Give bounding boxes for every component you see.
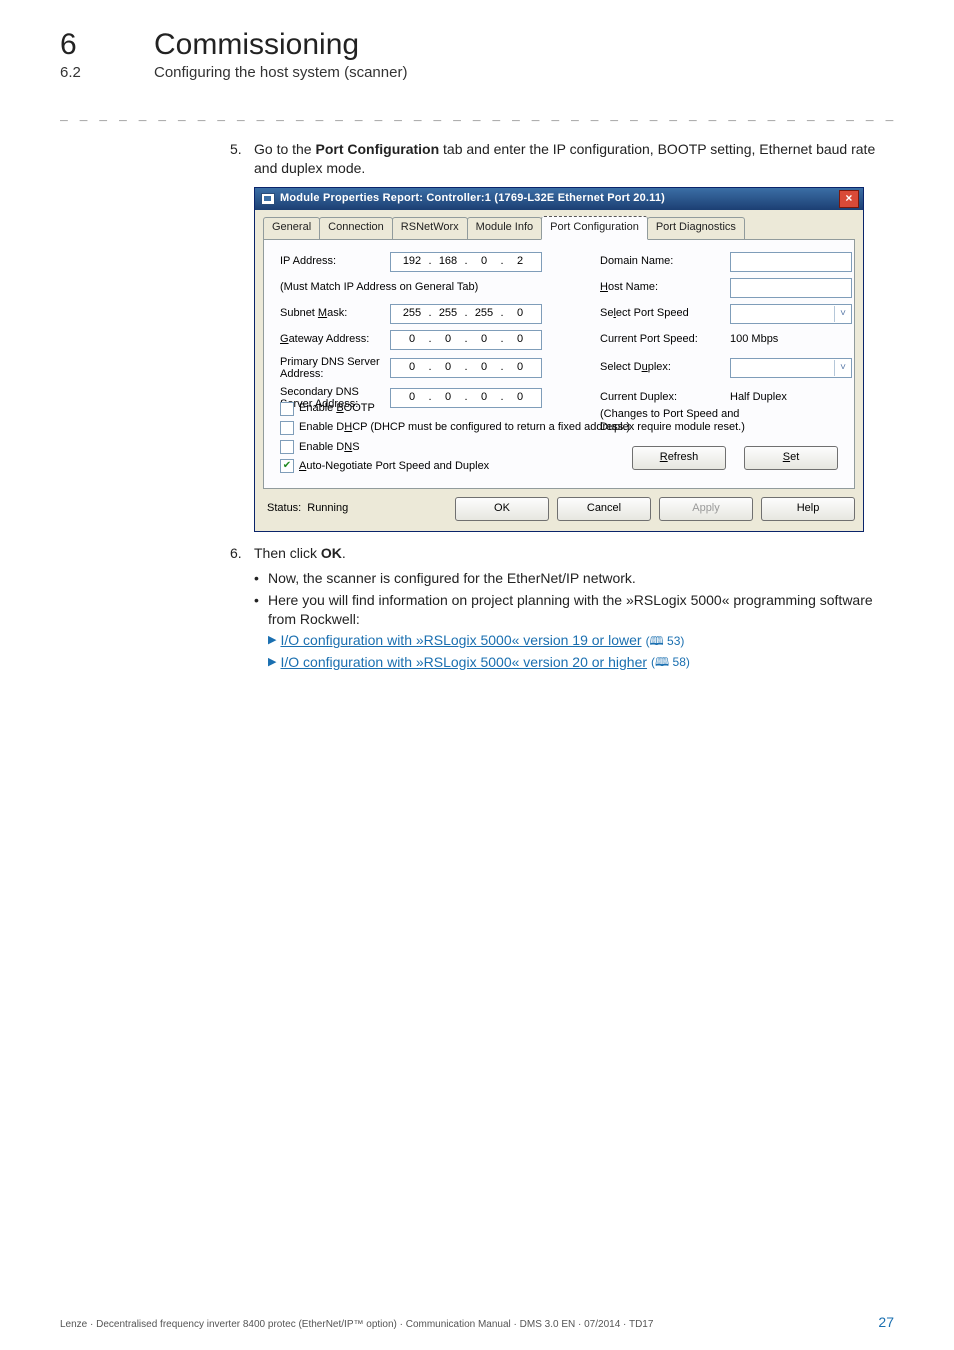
enable-dhcp-checkbox[interactable] (280, 421, 294, 435)
tab-general[interactable]: General (263, 217, 320, 238)
ip-address-label: IP Address: (280, 254, 390, 269)
bullet-text: Now, the scanner is configured for the E… (268, 569, 636, 588)
chapter-title: Commissioning (154, 28, 359, 62)
status-value: Running (307, 501, 348, 516)
chevron-down-icon: ˅ (834, 306, 851, 322)
tab-port-configuration[interactable]: Port Configuration (541, 216, 648, 239)
auto-negotiate-row: Auto-Negotiate Port Speed and Duplex (280, 459, 632, 474)
subnet-mask-label: Subnet Mask: (280, 306, 390, 321)
tab-port-diagnostics[interactable]: Port Diagnostics (647, 217, 745, 238)
enable-bootp-checkbox[interactable] (280, 402, 294, 416)
select-duplex-dropdown[interactable]: ˅ (730, 358, 852, 378)
auto-negotiate-label: Auto-Negotiate Port Speed and Duplex (299, 459, 489, 474)
dialog-title: Module Properties Report: Controller:1 (… (280, 191, 665, 206)
step-text: Then click OK. (254, 544, 346, 563)
step-6: 6. Then click OK. (230, 544, 894, 563)
help-button[interactable]: Help (761, 497, 855, 521)
page-ref-2: (🕮 58) (651, 654, 690, 671)
cancel-button[interactable]: Cancel (557, 497, 651, 521)
section-title: Configuring the host system (scanner) (154, 64, 407, 81)
ip-address-input[interactable]: 192. 168. 0. 2 (390, 252, 542, 272)
io-config-v19-link[interactable]: I/O configuration with »RSLogix 5000« ve… (280, 631, 641, 650)
chevron-down-icon: ˅ (834, 360, 851, 376)
enable-dns-checkbox[interactable] (280, 440, 294, 454)
module-properties-dialog: Module Properties Report: Controller:1 (… (254, 187, 864, 532)
gateway-address-label: Gateway Address: (280, 332, 390, 347)
enable-dhcp-label: Enable DHCP (DHCP must be configured to … (299, 420, 630, 435)
section-number: 6.2 (60, 64, 154, 81)
page-ref-1: (🕮 53) (646, 633, 685, 650)
set-button[interactable]: Set (744, 446, 838, 470)
enable-dns-row: Enable DNS (280, 440, 632, 455)
step-number: 6. (230, 544, 254, 563)
enable-dns-label: Enable DNS (299, 440, 360, 455)
port-config-panel: IP Address: 192. 168. 0. 2 Domain Name: … (263, 239, 855, 489)
current-port-speed-value: 100 Mbps (730, 332, 860, 347)
select-duplex-label: Select Duplex: (600, 360, 730, 375)
link-row-2: ▶ I/O configuration with »RSLogix 5000« … (268, 653, 894, 672)
step-number: 5. (230, 140, 254, 179)
close-icon[interactable]: × (839, 190, 859, 208)
tab-module-info[interactable]: Module Info (467, 217, 542, 238)
ok-button[interactable]: OK (455, 497, 549, 521)
primary-dns-input[interactable]: 0. 0. 0. 0 (390, 358, 542, 378)
host-name-label: Host Name: (600, 280, 730, 295)
bullet-2: • Here you will find information on proj… (254, 591, 894, 630)
apply-button[interactable]: Apply (659, 497, 753, 521)
enable-dhcp-row: Enable DHCP (DHCP must be configured to … (280, 420, 632, 435)
window-icon (261, 193, 275, 205)
chapter-number: 6 (60, 28, 154, 62)
horizontal-rule: _ _ _ _ _ _ _ _ _ _ _ _ _ _ _ _ _ _ _ _ … (60, 107, 894, 122)
current-port-speed-label: Current Port Speed: (600, 332, 730, 347)
page-number: 27 (878, 1314, 894, 1330)
domain-name-label: Domain Name: (600, 254, 730, 269)
tab-connection[interactable]: Connection (319, 217, 393, 238)
bullet-1: • Now, the scanner is configured for the… (254, 569, 894, 588)
host-name-input[interactable] (730, 278, 852, 298)
enable-bootp-row: Enable BOOTP (280, 401, 632, 416)
triangle-icon: ▶ (268, 655, 276, 670)
domain-name-input[interactable] (730, 252, 852, 272)
select-port-speed-dropdown[interactable]: ˅ (730, 304, 852, 324)
enable-bootp-label: Enable BOOTP (299, 401, 375, 416)
triangle-icon: ▶ (268, 633, 276, 648)
gateway-address-input[interactable]: 0. 0. 0. 0 (390, 330, 542, 350)
step-text: Go to the Port Configuration tab and ent… (254, 140, 894, 179)
status-label: Status: (267, 501, 301, 516)
dialog-title-bar: Module Properties Report: Controller:1 (… (255, 188, 863, 210)
subnet-mask-input[interactable]: 255. 255. 255. 0 (390, 304, 542, 324)
link-row-1: ▶ I/O configuration with »RSLogix 5000« … (268, 631, 894, 650)
refresh-button[interactable]: Refresh (632, 446, 726, 470)
footer-text: Lenze · Decentralised frequency inverter… (60, 1319, 653, 1330)
select-port-speed-label: Select Port Speed (600, 306, 730, 321)
io-config-v20-link[interactable]: I/O configuration with »RSLogix 5000« ve… (280, 653, 647, 672)
tab-rsnetworx[interactable]: RSNetWorx (392, 217, 468, 238)
must-match-note: (Must Match IP Address on General Tab) (280, 280, 560, 295)
page-footer: Lenze · Decentralised frequency inverter… (60, 1314, 894, 1330)
bullet-text: Here you will find information on projec… (268, 591, 894, 630)
step-5: 5. Go to the Port Configuration tab and … (230, 140, 894, 179)
tab-strip: General Connection RSNetWorx Module Info… (263, 218, 855, 239)
primary-dns-label: Primary DNS Server Address: (280, 356, 390, 380)
auto-negotiate-checkbox[interactable] (280, 459, 294, 473)
